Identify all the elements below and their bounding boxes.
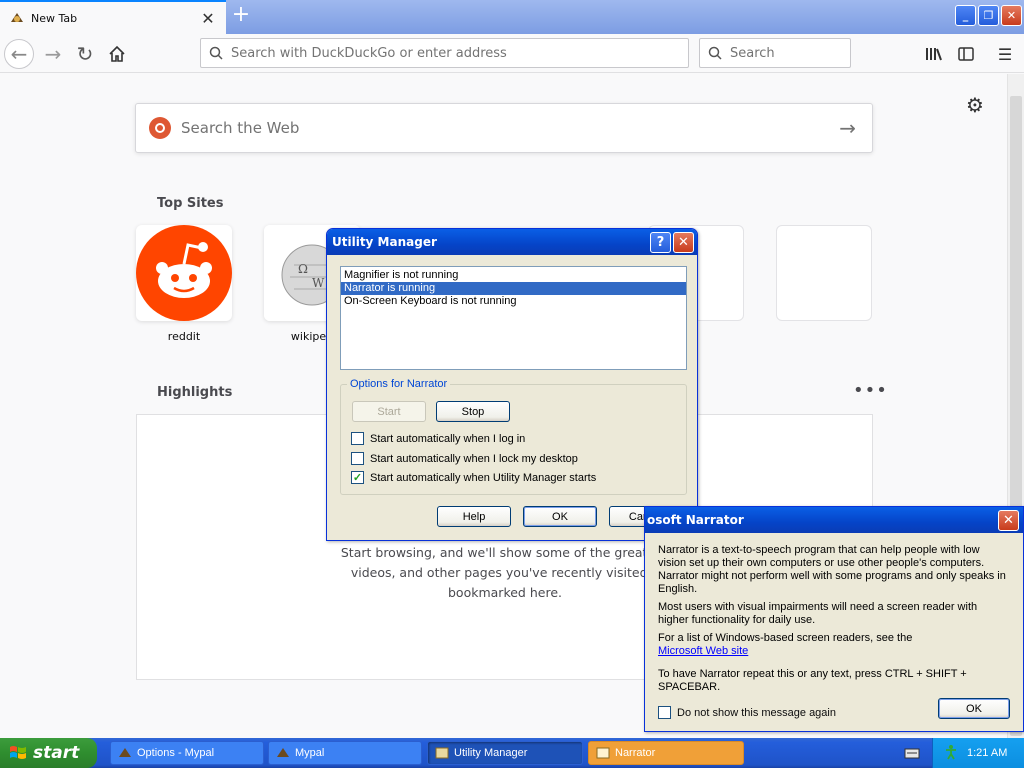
forward-icon[interactable]: →: [38, 39, 68, 69]
search-go-arrow-icon[interactable]: →: [839, 116, 856, 140]
highlights-title: Highlights: [157, 385, 233, 400]
checkbox-start-with-utility-manager[interactable]: ✓ Start automatically when Utility Manag…: [351, 471, 596, 484]
web-search-box[interactable]: Search the Web →: [135, 103, 873, 153]
dialog-title: Utility Manager: [332, 235, 437, 249]
checkbox-box[interactable]: [658, 706, 671, 719]
svg-text:Ω: Ω: [298, 262, 308, 276]
navigation-toolbar: ← → ↻ Search with DuckDuckGo or enter ad…: [0, 34, 1024, 73]
taskbar-item-narrator[interactable]: Narrator: [588, 741, 744, 765]
narrator-description: Narrator is a text-to-speech program tha…: [658, 544, 1006, 595]
narrator-titlebar[interactable]: osoft Narrator ✕: [645, 507, 1023, 533]
taskbar-item-mypal[interactable]: Mypal: [268, 741, 422, 765]
list-item-narrator[interactable]: Narrator is running: [341, 282, 686, 295]
empty-message-line: bookmarked here.: [448, 585, 562, 600]
task-label: Options - Mypal: [137, 747, 215, 759]
minimize-icon[interactable]: _: [955, 5, 976, 26]
task-label: Narrator: [615, 747, 656, 759]
accessibility-tray-icon[interactable]: [943, 744, 959, 763]
back-icon[interactable]: ←: [4, 39, 34, 69]
sidebar-icon[interactable]: [953, 41, 979, 67]
narrator-icon: [595, 745, 611, 761]
checkbox-box[interactable]: [351, 432, 364, 445]
search-bar[interactable]: Search: [699, 38, 851, 68]
narrator-shortcut: To have Narrator repeat this or any text…: [658, 668, 967, 693]
taskbar: start Options - Mypal Mypal Utility Mana…: [0, 738, 1024, 768]
taskbar-item-utility-manager[interactable]: Utility Manager: [427, 741, 583, 765]
utility-manager-titlebar[interactable]: Utility Manager ? ✕: [327, 229, 697, 255]
browser-titlebar: New Tab ✕ + _ ❐ ✕: [0, 0, 1024, 34]
svg-text:W: W: [312, 276, 325, 290]
list-item-onscreen-keyboard[interactable]: On-Screen Keyboard is not running: [341, 295, 686, 308]
stop-button[interactable]: Stop: [436, 401, 510, 422]
search-placeholder: Search: [730, 45, 775, 61]
options-group-label: Options for Narrator: [347, 378, 451, 390]
task-label: Utility Manager: [454, 747, 528, 759]
top-site-empty-slot: [776, 225, 872, 321]
tab-title: New Tab: [31, 11, 78, 25]
empty-message-line: videos, and other pages you've recently …: [350, 565, 660, 580]
tab-new-tab[interactable]: New Tab ✕: [0, 0, 226, 34]
keyboard-icon[interactable]: [904, 745, 920, 761]
checkbox-label: Do not show this message again: [677, 706, 836, 719]
menu-icon[interactable]: ☰: [992, 41, 1018, 67]
start-label: start: [33, 743, 80, 763]
checkbox-label: Start automatically when I log in: [370, 432, 526, 445]
mypal-icon: [275, 745, 291, 761]
help-button[interactable]: Help: [437, 506, 511, 527]
checkbox-label: Start automatically when Utility Manager…: [370, 471, 597, 484]
checkbox-start-on-login[interactable]: Start automatically when I log in: [351, 432, 525, 445]
help-icon[interactable]: ?: [650, 232, 671, 253]
utility-list[interactable]: Magnifier is not running Narrator is run…: [340, 266, 687, 370]
window-close-icon[interactable]: ✕: [1001, 5, 1022, 26]
start-button[interactable]: Start: [352, 401, 426, 422]
top-site-label: reddit: [167, 330, 201, 343]
close-icon[interactable]: ✕: [998, 510, 1019, 531]
highlights-empty-message: Start browsing, and we'll show some of t…: [320, 543, 690, 603]
empty-message-line: Start browsing, and we'll show some of t…: [340, 545, 670, 560]
duckduckgo-logo-icon: [149, 117, 171, 139]
mypal-icon: [117, 745, 133, 761]
utility-manager-dialog: Utility Manager ? ✕ Magnifier is not run…: [326, 228, 698, 541]
ok-button[interactable]: OK: [938, 698, 1010, 719]
checkbox-do-not-show[interactable]: Do not show this message again: [658, 706, 836, 719]
top-site-tile-reddit[interactable]: [136, 225, 232, 321]
clock: 1:21 AM: [967, 747, 1008, 759]
library-icon[interactable]: [921, 41, 947, 67]
utility-manager-icon: [434, 745, 450, 761]
start-button[interactable]: start: [0, 738, 97, 768]
taskbar-item-options-mypal[interactable]: Options - Mypal: [110, 741, 264, 765]
gear-icon[interactable]: ⚙: [966, 93, 984, 117]
checkbox-box[interactable]: [351, 452, 364, 465]
checkbox-start-on-lock[interactable]: Start automatically when I lock my deskt…: [351, 452, 578, 465]
narrator-advice: Most users with visual impairments will …: [658, 601, 978, 626]
checkbox-checked-icon[interactable]: ✓: [351, 471, 364, 484]
windows-logo-icon: [10, 746, 26, 759]
mypal-favicon-icon: [9, 10, 25, 26]
dialog-title: osoft Narrator: [647, 513, 744, 527]
home-icon[interactable]: [102, 39, 132, 69]
task-label: Mypal: [295, 747, 325, 759]
narrator-screen-readers: For a list of Windows-based screen reade…: [658, 632, 1009, 658]
list-item-magnifier[interactable]: Magnifier is not running: [341, 269, 686, 282]
new-tab-button[interactable]: +: [229, 4, 253, 28]
search-icon: [700, 46, 730, 60]
web-search-placeholder: Search the Web: [181, 119, 300, 137]
reddit-logo-icon: [136, 225, 232, 321]
address-placeholder: Search with DuckDuckGo or enter address: [231, 45, 507, 61]
reload-icon[interactable]: ↻: [70, 39, 100, 69]
top-sites-title: Top Sites: [157, 196, 224, 211]
ok-button[interactable]: OK: [523, 506, 597, 527]
close-icon[interactable]: ✕: [673, 232, 694, 253]
address-bar[interactable]: Search with DuckDuckGo or enter address: [200, 38, 689, 68]
checkbox-label: Start automatically when I lock my deskt…: [370, 452, 578, 465]
tab-close-icon[interactable]: ✕: [198, 9, 218, 28]
narrator-dialog: osoft Narrator ✕ Narrator is a text-to-s…: [644, 506, 1024, 732]
search-icon: [201, 46, 231, 60]
restore-icon[interactable]: ❐: [978, 5, 999, 26]
more-options-icon[interactable]: •••: [853, 380, 888, 401]
microsoft-web-site-link[interactable]: Microsoft Web site: [658, 645, 748, 657]
system-tray: 1:21 AM: [932, 738, 1024, 768]
screen-readers-text: For a list of Windows-based screen reade…: [658, 632, 913, 644]
